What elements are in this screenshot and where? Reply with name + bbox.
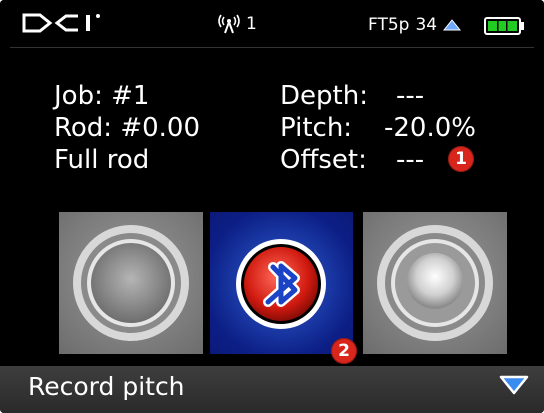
job-line: Job: #1 xyxy=(54,81,150,111)
locator-screen: 1 FT5p 34 Job: #1 Rod: #0.00 Full rod De… xyxy=(0,0,544,413)
job-info: Job: #1 Rod: #0.00 Full rod xyxy=(54,80,200,176)
status-bar: 1 FT5p 34 xyxy=(0,0,544,56)
offset-label: Offset: xyxy=(280,145,367,175)
depth-label: Depth: xyxy=(280,81,368,111)
dci-logo xyxy=(22,12,108,38)
up-triangle-icon xyxy=(443,19,462,31)
status-divider xyxy=(10,47,534,48)
frequency-value: 34 xyxy=(415,15,438,35)
antenna-signal-icon xyxy=(218,14,240,34)
rod-line: Rod: #0.00 xyxy=(54,113,201,143)
bluetooth-pair-tile[interactable] xyxy=(210,212,353,354)
frequency-label: FT5p xyxy=(368,15,410,35)
readings: Depth: --- Pitch: -20.0% Offset: --- xyxy=(280,80,476,176)
battery-icon xyxy=(484,16,526,40)
channel-number: 1 xyxy=(246,14,257,34)
right-button-tile[interactable] xyxy=(363,212,507,354)
down-triangle-icon[interactable] xyxy=(499,374,529,396)
depth-row: Depth: --- xyxy=(280,80,476,112)
signal-indicator: 1 xyxy=(218,14,257,34)
offset-row: Offset: --- xyxy=(280,144,476,176)
pitch-row: Pitch: -20.0% xyxy=(280,112,476,144)
bottom-action-bar[interactable]: Record pitch xyxy=(0,366,544,413)
gray-circle-button-icon xyxy=(73,225,189,341)
callout-badge-1: 1 xyxy=(448,146,474,172)
offset-value: --- xyxy=(396,145,425,175)
frequency-indicator: FT5p 34 xyxy=(368,15,462,35)
gray-circle-button-icon xyxy=(377,225,493,341)
bluetooth-pairing-icon xyxy=(236,239,326,329)
rod-status-line: Full rod xyxy=(54,145,150,175)
action-label: Record pitch xyxy=(28,372,185,401)
pitch-label: Pitch: xyxy=(280,113,353,143)
pitch-value: -20.0% xyxy=(384,113,476,143)
depth-value: --- xyxy=(396,81,425,111)
left-button-tile[interactable] xyxy=(59,212,203,354)
callout-badge-2: 2 xyxy=(331,338,357,364)
